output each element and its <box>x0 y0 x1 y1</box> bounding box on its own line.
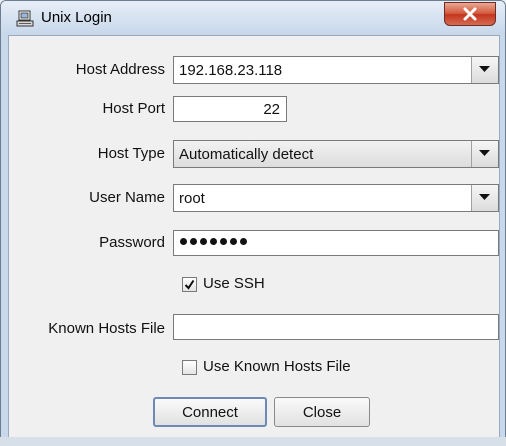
host-address-combo[interactable]: 192.168.23.118 <box>173 56 499 84</box>
window-title: Unix Login <box>41 9 112 26</box>
close-icon <box>463 7 477 21</box>
login-icon <box>16 10 34 28</box>
use-known-hosts-file-checkbox[interactable] <box>182 360 197 375</box>
chevron-down-icon <box>479 150 490 156</box>
host-address-label: Host Address <box>75 61 165 78</box>
host-type-label: Host Type <box>97 145 165 162</box>
password-label: Password <box>99 234 165 251</box>
host-type-value: Automatically detect <box>179 146 314 163</box>
host-type-dropdown-button[interactable] <box>471 141 498 167</box>
host-address-value: 192.168.23.118 <box>179 62 283 79</box>
use-ssh-label[interactable]: Use SSH <box>203 275 265 292</box>
password-dot <box>200 238 207 245</box>
window-close-button[interactable] <box>444 2 496 26</box>
user-name-combo[interactable]: root <box>173 184 499 212</box>
dialog-content: Host Address 192.168.23.118 Host Port 22… <box>8 35 500 440</box>
password-dot <box>220 238 227 245</box>
known-hosts-file-label: Known Hosts File <box>48 320 165 337</box>
host-address-dropdown-button[interactable] <box>471 57 498 83</box>
close-button[interactable]: Close <box>274 397 370 427</box>
dialog-window: Unix Login Host Address 192.168.23.118 H… <box>0 0 506 446</box>
password-mask <box>180 238 247 245</box>
user-name-dropdown-button[interactable] <box>471 185 498 211</box>
known-hosts-file-field[interactable] <box>173 314 499 340</box>
password-dot <box>180 238 187 245</box>
use-known-hosts-file-label[interactable]: Use Known Hosts File <box>203 358 351 375</box>
password-dot <box>240 238 247 245</box>
password-dot <box>210 238 217 245</box>
chevron-down-icon <box>479 66 490 72</box>
host-port-value: 22 <box>263 101 280 118</box>
connect-button[interactable]: Connect <box>153 397 267 427</box>
password-field[interactable] <box>173 230 499 256</box>
host-type-combo[interactable]: Automatically detect <box>173 140 499 168</box>
user-name-value: root <box>179 190 205 207</box>
taskbar-shadow <box>0 437 506 446</box>
use-ssh-checkbox[interactable] <box>182 277 197 292</box>
chevron-down-icon <box>479 194 490 200</box>
host-port-field[interactable]: 22 <box>173 96 287 122</box>
host-port-label: Host Port <box>102 100 165 117</box>
checkmark-icon <box>184 279 195 290</box>
user-name-label: User Name <box>89 189 165 206</box>
password-dot <box>230 238 237 245</box>
password-dot <box>190 238 197 245</box>
title-bar[interactable]: Unix Login <box>1 1 505 35</box>
